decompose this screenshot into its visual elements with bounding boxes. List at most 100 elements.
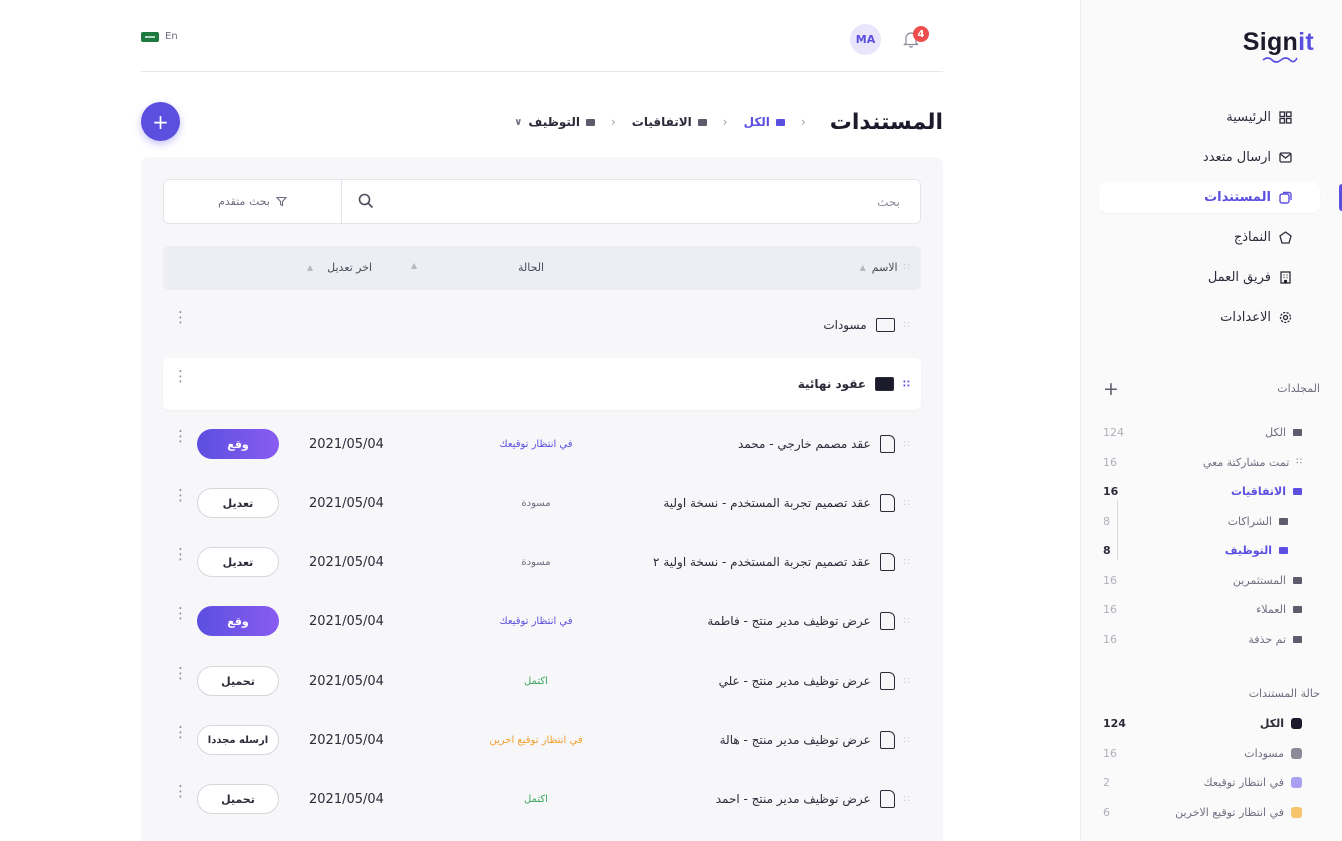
more-options-icon[interactable]: ⋮ <box>173 725 188 740</box>
more-options-icon[interactable]: ⋮ <box>173 606 188 621</box>
file-icon <box>879 435 895 453</box>
nav-item-bulk-send[interactable]: ارسال متعدد <box>1103 142 1320 173</box>
more-options-icon[interactable]: ⋮ <box>173 310 188 325</box>
edit-button[interactable]: تعديل <box>197 488 279 518</box>
divider <box>341 180 342 223</box>
sort-icon: ▲ <box>307 263 314 272</box>
folder-label: الشراكات <box>1227 514 1272 528</box>
folder-count: 16 <box>1103 485 1119 499</box>
column-header-status[interactable]: الحالة <box>518 261 544 274</box>
document-name: عقد مصمم خارجي - محمد <box>738 437 871 451</box>
chevron-down-icon: ∨ <box>514 116 523 128</box>
folder-label: تمت مشاركتة معي <box>1202 455 1290 469</box>
status-item-all[interactable]: الكل 124 <box>1103 709 1320 739</box>
document-name: عقد تصميم تجربة المستخدم - نسخة اولية <box>663 496 871 510</box>
folder-count: 16 <box>1103 603 1117 617</box>
folder-label: الكل <box>1265 426 1286 440</box>
add-document-button[interactable]: + <box>141 102 180 141</box>
sort-status-button[interactable]: ▲ <box>411 261 417 270</box>
app-logo[interactable]: Signit <box>1242 28 1314 63</box>
column-header-name[interactable]: ∷ الاسم ▲ <box>859 261 910 274</box>
nav-item-team[interactable]: فريق العمل <box>1103 262 1320 293</box>
folder-item-partnerships[interactable]: الشراكات 8 <box>1103 507 1320 537</box>
drag-handle-icon: ∷ <box>903 378 910 390</box>
breadcrumb-item-all[interactable]: الكل <box>744 115 785 129</box>
template-icon <box>1279 231 1292 244</box>
edit-button[interactable]: تعديل <box>197 547 279 577</box>
notification-badge: 4 <box>913 26 929 42</box>
status-item-drafts[interactable]: مسودات 16 <box>1103 739 1320 769</box>
table-row[interactable]: ∷ عرض توظيف مدير منتج - فاطمة في انتظار ت… <box>163 595 921 647</box>
drag-handle-icon: ∷ <box>903 319 910 331</box>
table-header: ∷ الاسم ▲ الحالة ▲ اخر تعديل ▲ <box>163 246 921 290</box>
language-switcher[interactable]: En <box>141 31 178 42</box>
table-row[interactable]: ∷ عقد مصمم خارجي - محمد في انتظار توقيعك … <box>163 418 921 470</box>
search-icon[interactable] <box>358 193 374 209</box>
status-dot-icon <box>1291 718 1302 730</box>
table-row[interactable]: ∷ عرض توظيف مدير منتج - احمد اكتمل 2021/0… <box>163 773 921 825</box>
more-options-icon[interactable]: ⋮ <box>173 666 188 681</box>
add-folder-button[interactable]: + <box>1103 378 1119 400</box>
folder-label: الاتفاقيات <box>1230 485 1286 499</box>
sign-button[interactable]: وقع <box>197 429 279 459</box>
table-row[interactable]: ∷ عقد تصميم تجربة المستخدم - نسخة اولية ٢… <box>163 536 921 588</box>
modified-date: 2021/05/04 <box>309 791 384 807</box>
resend-button[interactable]: ارسله مجددا <box>197 725 279 755</box>
folder-row-drafts[interactable]: ∷ مسودات ⋮ <box>163 299 921 351</box>
folder-label: العملاء <box>1256 603 1286 617</box>
search-input[interactable] <box>340 180 920 223</box>
modified-date: 2021/05/04 <box>309 495 384 511</box>
more-options-icon[interactable]: ⋮ <box>173 369 188 384</box>
folder-open-icon <box>1293 488 1302 496</box>
mail-icon <box>1279 152 1292 163</box>
folder-item-deleted[interactable]: تم حذفة 16 <box>1103 625 1320 655</box>
table-row[interactable]: ∷ عرض توظيف مدير منتج - هالة في انتظار تو… <box>163 714 921 766</box>
status-count: 16 <box>1103 746 1117 760</box>
building-icon <box>1280 271 1291 284</box>
advanced-search-button[interactable]: بحث متقدم <box>164 180 341 223</box>
sort-icon: ▲ <box>859 263 866 272</box>
status-item-awaiting-others[interactable]: في انتظار توقيع الاخرين 6 <box>1103 798 1320 828</box>
table-row[interactable]: ∷ عرض توظيف مدير منتج - علي اكتمل 2021/05… <box>163 655 921 707</box>
folder-name: عقود نهائية <box>797 377 867 391</box>
folder-count: 124 <box>1103 426 1124 440</box>
download-button[interactable]: تحميل <box>197 784 279 814</box>
folder-item-hiring[interactable]: التوظيف 8 <box>1103 536 1320 566</box>
more-options-icon[interactable]: ⋮ <box>173 547 188 562</box>
folder-item-agreements[interactable]: الاتفاقيات 16 <box>1103 477 1320 507</box>
nav-item-documents[interactable]: المستندات <box>1099 182 1342 213</box>
column-label: الاسم <box>871 261 898 274</box>
nav-item-templates[interactable]: النماذج <box>1103 222 1320 253</box>
folder-item-clients[interactable]: العملاء 16 <box>1103 595 1320 625</box>
sign-button[interactable]: وقع <box>197 606 279 636</box>
document-name: عرض توظيف مدير منتج - فاطمة <box>707 614 871 628</box>
drag-handle-icon: ∷ <box>903 615 910 627</box>
breadcrumb-item-agreements[interactable]: الاتفاقيات <box>632 115 707 129</box>
table-row[interactable]: ∷ عقد تصميم تجربة المستخدم - نسخة اولية م… <box>163 477 921 529</box>
avatar[interactable]: MA <box>850 24 881 55</box>
folder-count: 16 <box>1103 573 1117 587</box>
nav-item-home[interactable]: الرئيسية <box>1103 102 1320 133</box>
filter-icon <box>275 196 287 207</box>
modified-date: 2021/05/04 <box>309 436 384 452</box>
breadcrumb: المستندات ‹ الكل ‹ الاتفاقيات ‹ التوظيف ∨ <box>514 106 943 138</box>
nav-item-settings[interactable]: الاعدادات <box>1103 302 1320 333</box>
folder-item-investors[interactable]: المستثمرين 16 <box>1103 566 1320 596</box>
status-item-awaiting-me[interactable]: في انتظار توقيعك 2 <box>1103 768 1320 798</box>
more-options-icon[interactable]: ⋮ <box>173 488 188 503</box>
folder-row-final[interactable]: ∷ عقود نهائية ⋮ <box>163 358 921 410</box>
drag-handle-icon: ∷ <box>903 793 910 805</box>
logo-text: Sign <box>1242 28 1299 56</box>
status-dot-icon <box>1291 806 1302 818</box>
breadcrumb-item-hiring[interactable]: التوظيف ∨ <box>514 115 595 129</box>
more-options-icon[interactable]: ⋮ <box>173 429 188 444</box>
column-header-modified[interactable]: اخر تعديل ▲ <box>307 261 372 274</box>
download-button[interactable]: تحميل <box>197 666 279 696</box>
folder-icon <box>875 318 895 332</box>
status-label: في انتظار توقيع الاخرين <box>1175 805 1284 819</box>
more-options-icon[interactable]: ⋮ <box>173 784 188 799</box>
folder-item-all[interactable]: الكل 124 <box>1103 418 1320 448</box>
page-title: المستندات <box>829 109 943 135</box>
folder-item-shared[interactable]: ∷ تمت مشاركتة معي 16 <box>1103 448 1320 478</box>
folder-open-icon <box>1279 547 1288 555</box>
